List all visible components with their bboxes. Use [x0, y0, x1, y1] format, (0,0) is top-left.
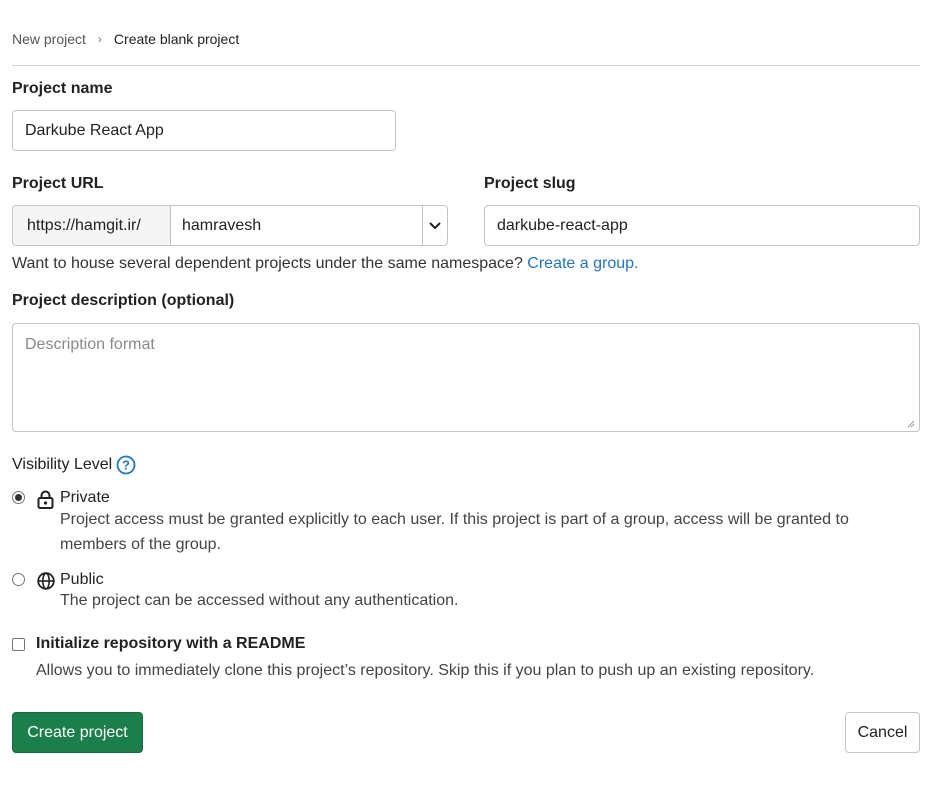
description-label: Project description (optional) [12, 292, 235, 309]
resize-grip-icon[interactable] [907, 420, 915, 428]
chevron-right-icon: › [97, 32, 102, 46]
namespace-select[interactable]: hamravesh [170, 205, 448, 246]
project-url-prefix: https://hamgit.ir/ [12, 205, 170, 246]
public-option-description: The project can be accessed without any … [60, 592, 459, 609]
readme-description: Allows you to immediately clone this pro… [36, 662, 815, 679]
breadcrumb-new-project[interactable]: New project [12, 31, 86, 47]
create-group-link[interactable]: Create a group. [527, 255, 638, 272]
project-url-label: Project URL [12, 175, 104, 192]
project-url-prefix-text: https://hamgit.ir/ [27, 216, 141, 234]
breadcrumb-current: Create blank project [113, 31, 240, 47]
help-icon[interactable]: ? [116, 455, 136, 475]
readme-label[interactable]: Initialize repository with a README [36, 635, 305, 653]
cancel-button[interactable]: Cancel [845, 712, 920, 753]
globe-icon [37, 572, 55, 590]
chevron-down-icon[interactable] [422, 206, 447, 245]
breadcrumb: New project › Create blank project [12, 30, 239, 48]
namespace-help: Want to house several dependent projects… [12, 255, 638, 273]
lock-icon [37, 490, 54, 509]
project-name-value: Darkube React App [25, 121, 164, 139]
project-slug-input[interactable]: darkube-react-app [484, 205, 920, 246]
project-name-input[interactable]: Darkube React App [12, 110, 396, 151]
project-name-label: Project name [12, 80, 113, 97]
namespace-value: hamravesh [182, 216, 262, 234]
create-project-button[interactable]: Create project [12, 712, 143, 753]
divider [12, 65, 920, 66]
project-slug-value: darkube-react-app [497, 216, 628, 234]
public-option-title: Public [60, 571, 104, 588]
svg-text:?: ? [122, 458, 130, 473]
description-textarea[interactable]: Description format [12, 323, 920, 432]
private-option-description: Project access must be granted explicitl… [60, 511, 849, 553]
private-option-title: Private [60, 489, 110, 506]
namespace-help-text: Want to house several dependent projects… [12, 255, 523, 272]
visibility-header: Visibility Level ? [12, 455, 136, 475]
visibility-label: Visibility Level [12, 456, 113, 473]
project-slug-label: Project slug [484, 175, 576, 192]
description-placeholder: Description format [25, 336, 155, 353]
private-radio[interactable] [12, 491, 25, 504]
radio-selected-dot [15, 494, 22, 501]
readme-checkbox[interactable] [12, 638, 25, 651]
public-radio[interactable] [12, 573, 25, 586]
